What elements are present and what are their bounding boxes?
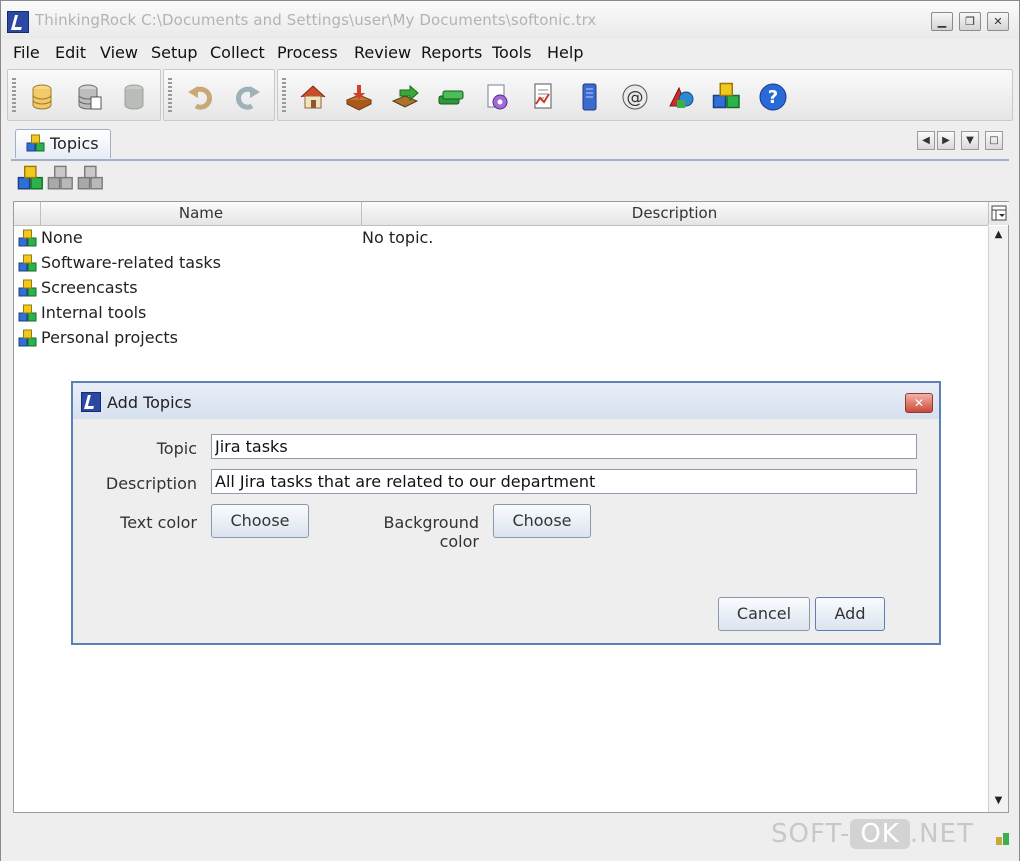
document-gears-icon[interactable]: [482, 82, 512, 112]
menu-bar: File Edit View Setup Collect Process Rev…: [1, 39, 1019, 67]
menu-setup[interactable]: Setup: [151, 43, 198, 62]
column-header-description[interactable]: Description: [362, 202, 987, 225]
table-row[interactable]: Personal projects: [14, 326, 988, 351]
row-name: Software-related tasks: [41, 253, 221, 272]
svg-text:?: ?: [768, 87, 778, 108]
close-icon[interactable]: ✕: [987, 12, 1009, 31]
vertical-scrollbar[interactable]: ▲ ▼: [988, 226, 1008, 812]
maximize-panel-icon[interactable]: □: [985, 131, 1003, 150]
tab-scroll-right-icon[interactable]: ▶: [937, 131, 955, 150]
review-stack-icon[interactable]: [436, 82, 466, 112]
minimize-icon[interactable]: ▁: [931, 12, 953, 31]
app-logo-icon: [81, 392, 101, 412]
toolbar-grip[interactable]: [168, 78, 172, 112]
topics-toolbar: [13, 161, 1009, 198]
svg-text:@: @: [627, 88, 644, 108]
topic-icon: [18, 329, 38, 349]
toolbar-grip[interactable]: [12, 78, 16, 112]
report-document-icon[interactable]: [528, 82, 558, 112]
menu-review[interactable]: Review: [354, 43, 411, 62]
dialog-title-bar[interactable]: Add Topics ✕: [73, 383, 939, 419]
tab-scroll-left-icon[interactable]: ◀: [917, 131, 935, 150]
watermark-middle: OK: [850, 819, 910, 849]
menu-tools[interactable]: Tools: [492, 43, 531, 62]
tab-label: Topics: [50, 134, 99, 153]
restore-icon[interactable]: ❐: [959, 12, 981, 31]
add-topics-dialog: Add Topics ✕ Topic Description Text colo…: [71, 381, 941, 645]
row-name: Internal tools: [41, 303, 147, 322]
tab-list-dropdown-icon[interactable]: ▼: [961, 131, 979, 150]
add-button[interactable]: Add: [815, 597, 885, 631]
column-chooser-icon[interactable]: [988, 202, 1009, 225]
delete-topic-icon[interactable]: [77, 165, 105, 193]
tab-topics[interactable]: Topics: [15, 129, 111, 158]
scroll-down-icon[interactable]: ▼: [989, 792, 1008, 810]
topic-icon: [18, 229, 38, 249]
menu-view[interactable]: View: [100, 43, 138, 62]
menu-help[interactable]: Help: [547, 43, 583, 62]
toolbar-group-data: [7, 69, 161, 121]
table-row[interactable]: None No topic.: [14, 226, 988, 251]
background-color-choose-button[interactable]: Choose: [493, 504, 591, 538]
topic-label: Topic: [156, 439, 197, 458]
row-name: Screencasts: [41, 278, 138, 297]
row-name: Personal projects: [41, 328, 178, 347]
dialog-close-icon[interactable]: ✕: [905, 393, 933, 413]
menu-edit[interactable]: Edit: [55, 43, 86, 62]
row-description: No topic.: [362, 228, 434, 247]
topic-icon: [18, 254, 38, 274]
scroll-up-icon[interactable]: ▲: [989, 226, 1008, 244]
help-icon[interactable]: ?: [758, 82, 788, 112]
edit-topic-icon[interactable]: [47, 165, 75, 193]
undo-icon[interactable]: [186, 82, 216, 112]
table-row[interactable]: Internal tools: [14, 301, 988, 326]
process-arrow-icon[interactable]: [390, 82, 420, 112]
database-disabled-icon[interactable]: [120, 82, 150, 112]
database-open-icon[interactable]: [28, 82, 58, 112]
cancel-button[interactable]: Cancel: [718, 597, 810, 631]
topic-icon: [26, 134, 46, 154]
main-toolbar: @ ?: [7, 67, 1013, 122]
background-color-label: Background color: [383, 513, 479, 551]
topics-cubes-icon[interactable]: [712, 82, 742, 112]
header-icon-column[interactable]: [14, 202, 41, 225]
topic-field[interactable]: [211, 434, 917, 459]
table-header: Name Description: [14, 202, 988, 226]
watermark: SOFT- OK .NET: [771, 819, 974, 849]
description-field[interactable]: [211, 469, 917, 494]
table-row[interactable]: Software-related tasks: [14, 251, 988, 276]
app-logo-icon: [7, 11, 29, 33]
toolbar-group-actions: @ ?: [277, 69, 1013, 121]
application-window: ThinkingRock C:\Documents and Settings\u…: [0, 0, 1020, 861]
shapes-icon[interactable]: [666, 82, 696, 112]
email-at-icon[interactable]: @: [620, 82, 650, 112]
add-topic-icon[interactable]: [17, 165, 45, 193]
description-label: Description: [105, 474, 197, 493]
row-name: None: [41, 228, 83, 247]
status-indicator-icon: [996, 833, 1009, 845]
server-tools-icon[interactable]: [574, 82, 604, 112]
redo-icon[interactable]: [232, 82, 262, 112]
menu-file[interactable]: File: [13, 43, 40, 62]
menu-process[interactable]: Process: [277, 43, 338, 62]
toolbar-grip[interactable]: [282, 78, 286, 112]
menu-collect[interactable]: Collect: [210, 43, 265, 62]
collect-inbox-icon[interactable]: [344, 82, 374, 112]
home-icon[interactable]: [298, 82, 328, 112]
database-save-icon[interactable]: [74, 82, 104, 112]
toolbar-group-undo: [163, 69, 275, 121]
tab-bar: Topics ◀ ▶ ▼ □: [11, 125, 1009, 161]
window-title: ThinkingRock C:\Documents and Settings\u…: [35, 11, 597, 29]
watermark-right: .NET: [909, 819, 974, 849]
text-color-choose-button[interactable]: Choose: [211, 504, 309, 538]
table-row[interactable]: Screencasts: [14, 276, 988, 301]
dialog-title: Add Topics: [107, 393, 192, 412]
column-header-name[interactable]: Name: [41, 202, 362, 225]
title-bar: ThinkingRock C:\Documents and Settings\u…: [1, 1, 1019, 40]
text-color-label: Text color: [120, 513, 197, 532]
watermark-left: SOFT-: [771, 819, 851, 849]
topic-icon: [18, 279, 38, 299]
menu-reports[interactable]: Reports: [421, 43, 482, 62]
topic-icon: [18, 304, 38, 324]
